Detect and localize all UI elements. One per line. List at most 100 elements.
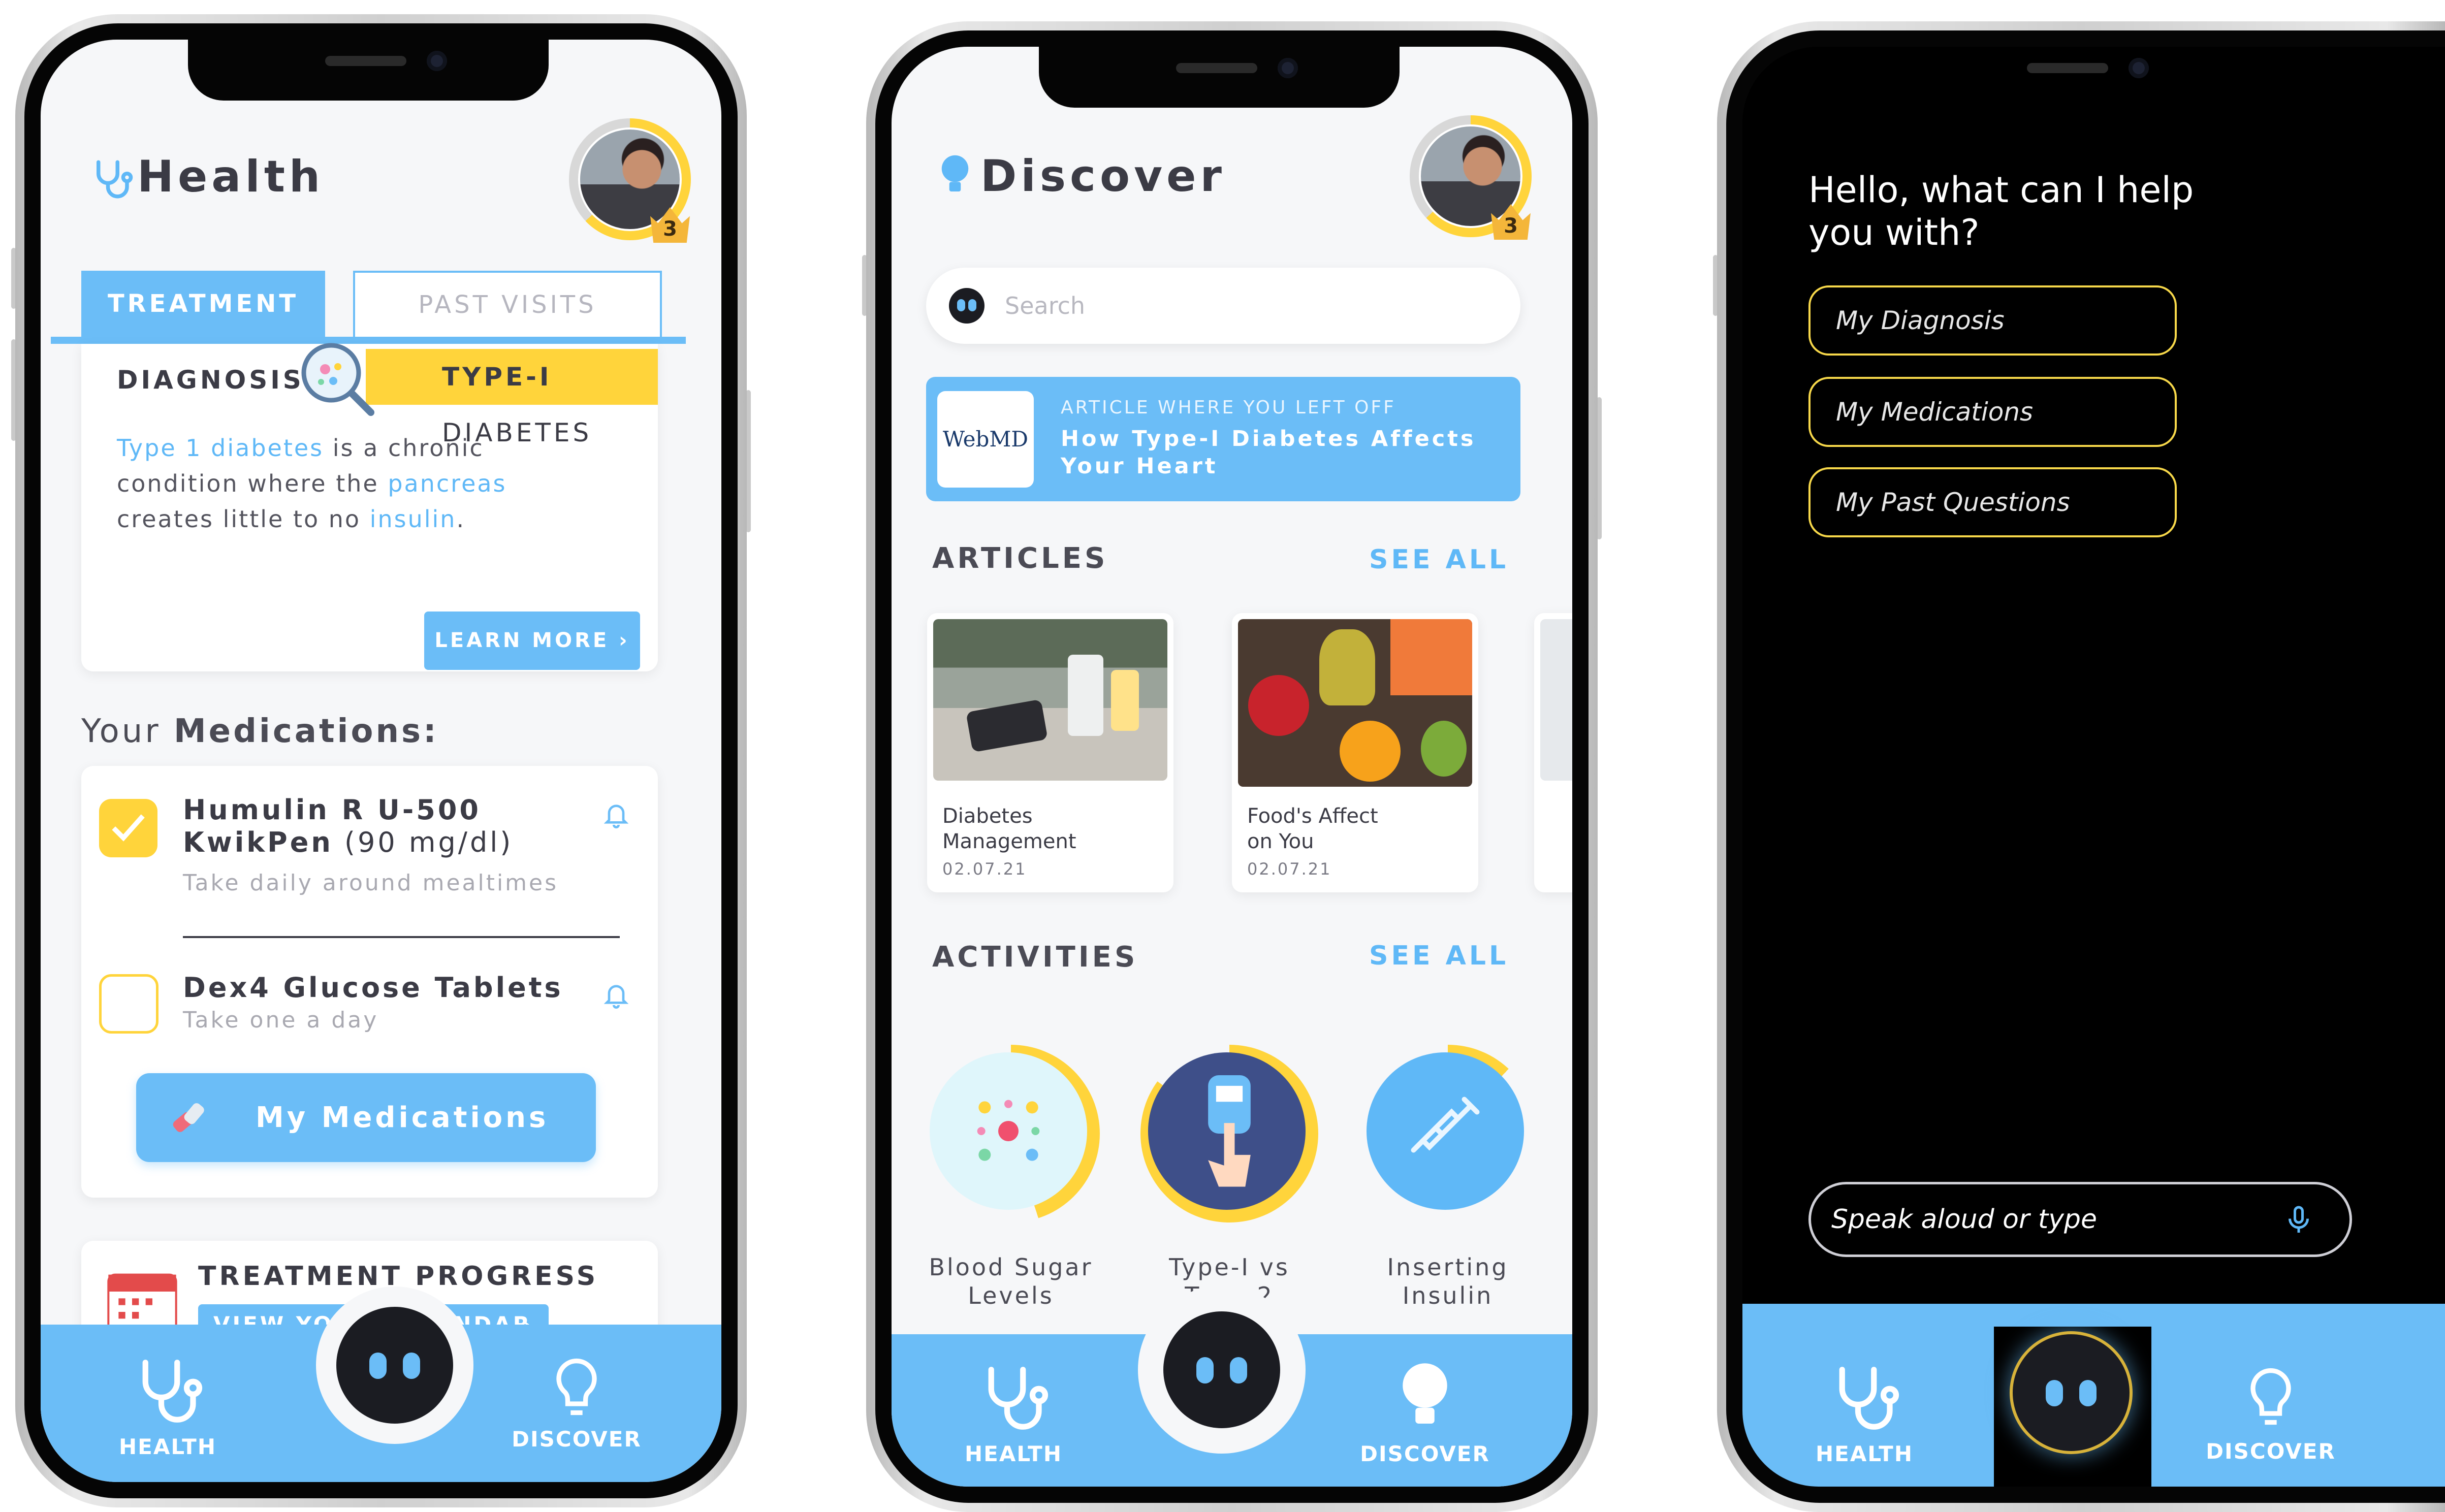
assistant-input[interactable]: Speak aloud or type <box>1808 1182 2352 1257</box>
robot-eye-right <box>2079 1380 2097 1406</box>
article-image <box>1238 619 1472 787</box>
link-insulin[interactable]: insulin <box>370 505 457 533</box>
medications-heading-bold: Medications: <box>173 713 439 750</box>
speaker <box>325 56 406 66</box>
lightbulb-icon <box>2250 1368 2291 1425</box>
link-pancreas[interactable]: pancreas <box>388 470 506 497</box>
microphone-icon[interactable] <box>2283 1204 2314 1236</box>
activities-see-all[interactable]: SEE ALL <box>1369 941 1509 971</box>
nav-discover-label: DISCOVER <box>2206 1439 2336 1464</box>
learn-more-button[interactable]: LEARN MORE › <box>424 612 640 670</box>
med-checkbox-unchecked[interactable] <box>99 974 158 1034</box>
robot-eye-right <box>403 1353 420 1379</box>
nav-health[interactable]: HEALTH <box>947 1360 1079 1466</box>
nav-discover-label: DISCOVER <box>1360 1441 1490 1466</box>
activity-item[interactable]: Blood Sugar Levels <box>922 1045 1100 1329</box>
assistant-robot-button-active[interactable] <box>2013 1334 2130 1451</box>
robot-eye-left <box>1196 1357 1214 1384</box>
desc-text: . <box>456 505 466 533</box>
article-title: Diabetes Management <box>942 805 1076 853</box>
tab-treatment[interactable]: TREATMENT <box>81 271 325 337</box>
assistant-robot-button[interactable] <box>1163 1311 1280 1428</box>
med-name: Humulin R U-500 KwikPen (90 mg/dl) <box>183 794 589 859</box>
suggestion-chip[interactable]: My Medications <box>1808 377 2177 447</box>
nav-discover[interactable]: DISCOVER <box>2205 1358 2337 1464</box>
bell-icon[interactable] <box>602 799 630 829</box>
learn-more-label: LEARN MORE <box>434 629 610 652</box>
robot-search-icon <box>949 288 985 324</box>
medications-heading-light: Your <box>81 713 174 750</box>
lightbulb-icon <box>556 1358 597 1416</box>
notch <box>1039 47 1400 108</box>
syringe-icon <box>1411 1097 1480 1153</box>
desc-text: creates little to no <box>117 505 370 533</box>
search-bar[interactable]: Search <box>926 268 1520 344</box>
med-checkbox-checked[interactable] <box>99 799 157 857</box>
my-medications-button[interactable]: My Medications <box>136 1073 596 1162</box>
diagnosis-label: DIAGNOSIS <box>117 365 304 395</box>
nav-health-label: HEALTH <box>1816 1441 1913 1466</box>
webmd-logo: WebMD <box>937 391 1034 488</box>
camera <box>2129 58 2149 78</box>
medications-card: Humulin R U-500 KwikPen (90 mg/dl) Take … <box>81 766 658 1198</box>
stethoscope-icon <box>97 160 133 199</box>
med-note: Take one a day <box>183 1007 379 1033</box>
magnifier-icon <box>301 343 374 416</box>
speaker <box>1176 63 1257 73</box>
article-card[interactable]: Food's Affect on You 02.07.21 <box>1232 613 1478 892</box>
page-title: Discover <box>980 151 1226 202</box>
articles-heading: ARTICLES <box>932 542 1108 575</box>
suggestion-chip[interactable]: My Diagnosis <box>1808 285 2177 356</box>
stethoscope-icon <box>1839 1367 1899 1430</box>
banner-title: How Type-I Diabetes Affects Your Heart <box>1061 426 1476 479</box>
nav-health[interactable]: HEALTH <box>102 1353 234 1459</box>
glucose-meter <box>966 699 1048 753</box>
nav-discover[interactable]: DISCOVER <box>511 1350 643 1452</box>
activity-label: Inserting Insulin <box>1387 1253 1509 1309</box>
article-card-partial[interactable] <box>1534 613 1572 892</box>
olive-oil <box>1319 629 1375 705</box>
nav-discover[interactable]: DISCOVER <box>1359 1360 1491 1466</box>
search-placeholder: Search <box>1005 292 1086 319</box>
inhaler-icon <box>173 1103 204 1132</box>
tab-past-visits[interactable]: PAST VISITS <box>353 271 662 337</box>
phone-health: Health 3 TREATMENT PAST VISITS DIAGNOSIS… <box>11 14 751 1507</box>
activities-heading: ACTIVITIES <box>932 941 1138 974</box>
nav-health-label: HEALTH <box>119 1434 216 1459</box>
avocado <box>1421 721 1467 777</box>
orange <box>1340 721 1401 782</box>
article-image <box>933 619 1167 781</box>
assistant-robot-button[interactable] <box>336 1307 453 1424</box>
diagnosis-card: DIAGNOSIS TYPE-I DIABETES Type 1 diabete… <box>81 343 658 671</box>
avatar[interactable]: 3 <box>1410 115 1532 240</box>
nav-discover-label: DISCOVER <box>512 1427 642 1452</box>
tab-treatment-label: TREATMENT <box>107 289 299 318</box>
notch <box>1890 47 2250 108</box>
suggestion-chip[interactable]: My Past Questions <box>1808 467 2177 537</box>
lightbulb-icon <box>1403 1363 1447 1424</box>
activity-item[interactable]: Inserting Insulin <box>1359 1045 1537 1329</box>
diagnosis-value: TYPE-I DIABETES <box>366 349 658 447</box>
article-card[interactable]: Diabetes Management 02.07.21 <box>927 613 1173 892</box>
diagnosis-type: TYPE-I <box>442 362 552 392</box>
activity-icon-circle <box>930 1052 1087 1210</box>
nav-health-label: HEALTH <box>965 1441 1062 1466</box>
diagnosis-description: Type 1 diabetes is a chronic condition w… <box>117 430 574 537</box>
articles-see-all[interactable]: SEE ALL <box>1369 544 1509 575</box>
page-title: Health <box>137 151 325 202</box>
robot-eye-right <box>1230 1357 1247 1384</box>
article-date: 02.07.21 <box>1247 859 1332 879</box>
continue-reading-banner[interactable]: WebMD ARTICLE WHERE YOU LEFT OFF How Typ… <box>926 377 1520 501</box>
pill-bottle <box>1068 655 1103 736</box>
salmon <box>1390 619 1472 695</box>
bell-icon[interactable] <box>602 979 630 1010</box>
nav-health[interactable]: HEALTH <box>1798 1360 1930 1466</box>
article-image <box>1540 619 1572 781</box>
robot-eye <box>968 299 976 311</box>
link-type1-diabetes[interactable]: Type 1 diabetes <box>117 434 324 462</box>
my-medications-label: My Medications <box>256 1101 549 1134</box>
avatar[interactable]: 3 <box>569 118 691 243</box>
phone-assistant: Hello, what can I help you with? My Diag… <box>1713 21 2445 1512</box>
robot-eye-left <box>369 1353 387 1379</box>
pill-bottle <box>1111 670 1139 731</box>
